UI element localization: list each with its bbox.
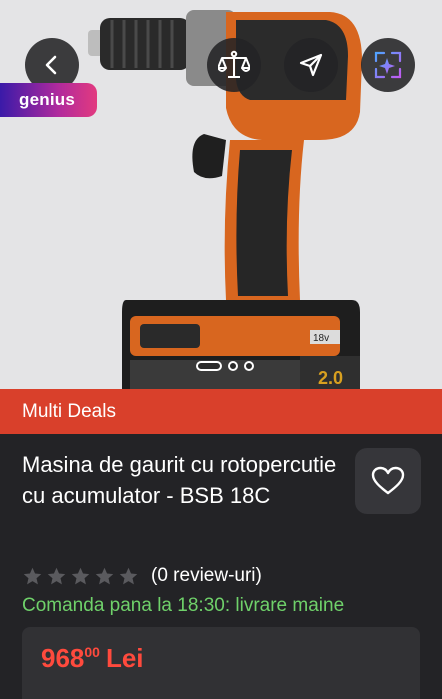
genius-badge: genius — [0, 83, 97, 117]
star-icon — [95, 567, 114, 584]
battery-capacity-label: 2.0 — [318, 368, 343, 388]
carousel-dot-active[interactable] — [196, 361, 222, 371]
rating-stars — [22, 566, 139, 587]
delivery-info: Comanda pana la 18:30: livrare maine — [22, 595, 345, 616]
carousel-dot[interactable] — [244, 361, 254, 371]
price-currency: Lei — [105, 643, 144, 673]
product-rating[interactable]: (0 review-uri) — [22, 565, 262, 587]
star-icon — [23, 567, 42, 584]
product-image-carousel[interactable]: 18v 2.0 genius — [0, 0, 442, 389]
product-title: Masina de gaurit cu rotopercutie cu acum… — [22, 452, 337, 508]
favorite-button[interactable] — [355, 448, 421, 514]
multi-deals-label: Multi Deals — [22, 400, 116, 422]
share-button[interactable] — [284, 38, 338, 92]
ai-assistant-button[interactable] — [361, 38, 415, 92]
ai-sparkle-icon — [374, 51, 402, 79]
heart-icon — [371, 466, 405, 495]
carousel-indicator[interactable] — [196, 361, 254, 371]
review-count[interactable]: (0 review-uri) — [151, 565, 262, 587]
product-price: 968 00 Lei — [41, 643, 144, 674]
star-icon — [47, 567, 66, 584]
price-decimals: 00 — [84, 644, 100, 660]
carousel-dot[interactable] — [228, 361, 238, 371]
price-card: 968 00 Lei — [22, 627, 420, 699]
star-icon — [71, 567, 90, 584]
chevron-left-icon — [45, 55, 57, 75]
price-integer: 968 — [41, 643, 85, 673]
send-icon — [299, 53, 323, 77]
battery-voltage-label: 18v — [313, 333, 329, 344]
scale-compare-icon — [218, 50, 250, 78]
multi-deals-banner[interactable]: Multi Deals — [0, 389, 442, 434]
star-icon — [119, 567, 138, 584]
compare-button[interactable] — [207, 38, 261, 92]
